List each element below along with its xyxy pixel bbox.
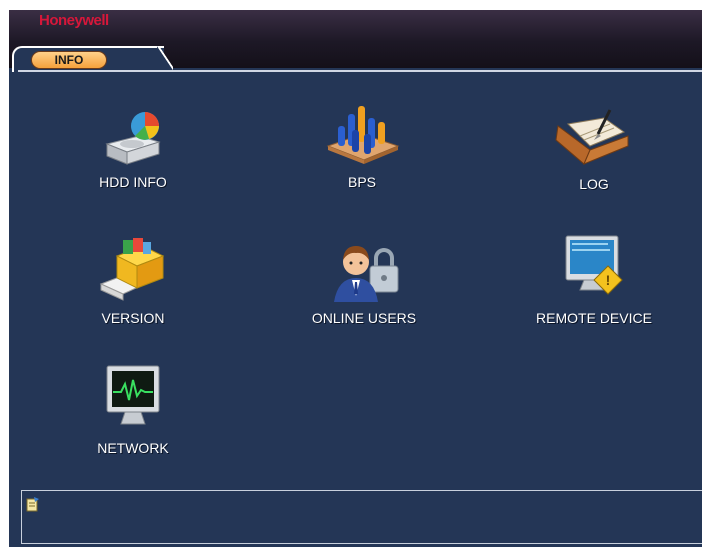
tab-info[interactable]: INFO	[31, 51, 107, 69]
info-window: Honeywell INFO HDD INFO BPS LOG VERSION …	[9, 10, 702, 547]
network-monitor-icon	[106, 365, 160, 425]
log-book-icon	[555, 109, 629, 165]
remote-device-icon: !	[565, 235, 623, 295]
menu-item-label: BPS	[347, 174, 376, 190]
bps-chart-icon	[326, 106, 400, 164]
menu-item-remote-device[interactable]: ! REMOTE DEVICE	[514, 232, 674, 326]
menu-item-online-users[interactable]: ONLINE USERS	[284, 236, 444, 326]
menu-item-log[interactable]: LOG	[514, 102, 674, 192]
menu-item-label: VERSION	[101, 310, 165, 326]
online-users-icon	[334, 246, 399, 302]
menu-item-version[interactable]: VERSION	[53, 236, 213, 326]
menu-item-label: REMOTE DEVICE	[536, 310, 652, 326]
menu-item-label: NETWORK	[97, 440, 169, 456]
menu-item-hdd-info[interactable]: HDD INFO	[53, 106, 213, 190]
menu-item-bps[interactable]: BPS	[282, 100, 442, 190]
menu-item-label: ONLINE USERS	[311, 310, 417, 326]
version-box-icon	[99, 238, 165, 301]
menu-item-network[interactable]: NETWORK	[53, 362, 213, 456]
status-bar	[21, 490, 702, 544]
status-note-icon	[26, 497, 39, 512]
brand-logo: Honeywell	[39, 12, 109, 29]
hdd-icon	[105, 112, 161, 165]
content-divider	[18, 70, 702, 72]
menu-item-label: LOG	[579, 176, 609, 192]
menu-item-label: HDD INFO	[99, 174, 167, 190]
tab-outline-slant	[157, 46, 173, 70]
svg-text:!: !	[606, 272, 611, 288]
